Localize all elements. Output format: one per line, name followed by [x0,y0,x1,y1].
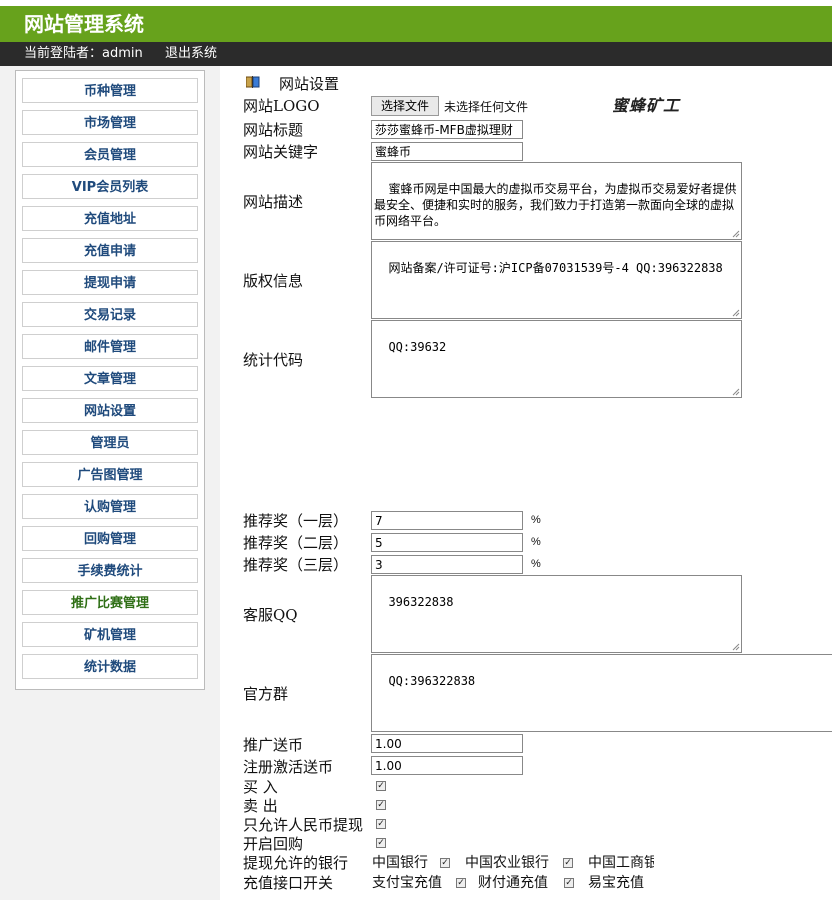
sidebar-item-subscription[interactable]: 认购管理 [22,494,198,519]
user-bar: 当前登陆者：admin 退出系统 [0,42,832,66]
choose-file-button[interactable]: 选择文件 [371,96,439,116]
stats-code-label: 统计代码 [243,351,304,369]
official-group-text: QQ:396322838 [388,674,476,688]
sidebar-item-buyback[interactable]: 回购管理 [22,526,198,551]
sell-checkbox[interactable]: ✓ [376,800,386,810]
description-textarea[interactable]: 蜜蜂币网是中国最大的虚拟币交易平台，为虚拟币交易爱好者提供最安全、便捷和实时的服… [371,162,742,240]
reward-level3-unit: % [531,558,541,570]
sidebar-item-promo-contest[interactable]: 推广比赛管理 [22,590,198,615]
sidebar-item-statistics[interactable]: 统计数据 [22,654,198,679]
reward-level3-input[interactable]: 3 [371,555,523,574]
file-status: 未选择任何文件 [444,100,529,114]
pay-option-yeepay: 易宝充值 [588,875,644,891]
sidebar-item-miners[interactable]: 矿机管理 [22,622,198,647]
logout-link[interactable]: 退出系统 [165,42,217,66]
bank-abc-checkbox[interactable]: ✓ [563,858,573,868]
title-label: 网站标题 [243,121,304,139]
sidebar-item-withdraw-requests[interactable]: 提现申请 [22,270,198,295]
buy-label: 买 入 [243,778,278,796]
sidebar-item-currency[interactable]: 币种管理 [22,78,198,103]
resize-grip-icon[interactable] [732,230,740,238]
buyback-checkbox[interactable]: ✓ [376,838,386,848]
sidebar-item-fees[interactable]: 手续费统计 [22,558,198,583]
register-coin-input[interactable]: 1.00 [371,756,523,775]
service-qq-text: 396322838 [388,595,454,609]
official-group-label: 官方群 [243,685,289,703]
stats-code-textarea[interactable]: QQ:39632 [371,320,742,398]
pay-option-alipay: 支付宝充值 [372,875,442,891]
sidebar-item-ads[interactable]: 广告图管理 [22,462,198,487]
rmb-only-label: 只允许人民币提现 [243,816,364,834]
copyright-textarea[interactable]: 网站备案/许可证号:沪ICP备07031539号-4 QQ:396322838 [371,241,742,319]
register-coin-label: 注册激活送币 [243,758,334,776]
recharge-switch-label: 充值接口开关 [243,874,334,892]
reward-level2-unit: % [531,536,541,548]
sidebar-item-deposit-address[interactable]: 充值地址 [22,206,198,231]
resize-grip-icon[interactable] [732,388,740,396]
resize-grip-icon[interactable] [732,309,740,317]
book-icon [246,76,260,88]
sidebar-item-vip[interactable]: VIP会员列表 [22,174,198,199]
pay-tenpay-checkbox[interactable]: ✓ [564,878,574,888]
pay-option-tenpay: 财付通充值 [478,875,548,891]
service-qq-textarea[interactable]: 396322838 [371,575,742,653]
logged-in-user: 当前登陆者：admin [24,46,143,61]
description-text: 蜜蜂币网是中国最大的虚拟币交易平台，为虚拟币交易爱好者提供最安全、便捷和实时的服… [374,182,737,228]
bank-option-abc: 中国农业银行 [465,855,549,871]
rmb-only-checkbox[interactable]: ✓ [376,819,386,829]
reward-level3-label: 推荐奖（三层） [243,556,349,574]
logo-label: 网站LOGO [243,97,320,115]
reward-level1-label: 推荐奖（一层） [243,512,349,530]
pay-alipay-checkbox[interactable]: ✓ [456,878,466,888]
bank-option-boc: 中国银行 [372,855,428,871]
buyback-label: 开启回购 [243,835,304,853]
sidebar-item-mail[interactable]: 邮件管理 [22,334,198,359]
sidebar-item-admins[interactable]: 管理员 [22,430,198,455]
keywords-label: 网站关键字 [243,143,319,161]
page-title: 网站设置 [279,75,340,93]
sidebar-item-articles[interactable]: 文章管理 [22,366,198,391]
copyright-text: 网站备案/许可证号:沪ICP备07031539号-4 QQ:396322838 [388,261,723,275]
stats-code-text: QQ:39632 [388,340,447,354]
bank-boc-checkbox[interactable]: ✓ [440,858,450,868]
reward-level1-input[interactable]: 7 [371,511,523,530]
app-header: 网站管理系统 [0,6,832,42]
promo-coin-label: 推广送币 [243,736,304,754]
reward-level2-input[interactable]: 5 [371,533,523,552]
title-input[interactable]: 莎莎蜜蜂币-MFB虚拟理财 [371,120,523,139]
app-title: 网站管理系统 [24,12,144,36]
sidebar-item-deposit-requests[interactable]: 充值申请 [22,238,198,263]
sidebar-item-trades[interactable]: 交易记录 [22,302,198,327]
sidebar-nav: 币种管理 市场管理 会员管理 VIP会员列表 充值地址 充值申请 提现申请 交易… [15,70,205,690]
service-qq-label: 客服QQ [243,606,298,624]
site-logo: 蜜蜂矿工 [612,96,681,115]
official-group-textarea[interactable]: QQ:396322838 [371,654,832,732]
buy-checkbox[interactable]: ✓ [376,781,386,791]
sidebar-item-market[interactable]: 市场管理 [22,110,198,135]
reward-level1-unit: % [531,514,541,526]
sidebar-item-site-settings[interactable]: 网站设置 [22,398,198,423]
keywords-input[interactable]: 蜜蜂币 [371,142,523,161]
resize-grip-icon[interactable] [732,643,740,651]
sidebar-item-members[interactable]: 会员管理 [22,142,198,167]
bank-option-icbc: 中国工商银行 [588,855,654,871]
reward-level2-label: 推荐奖（二层） [243,534,349,552]
promo-coin-input[interactable]: 1.00 [371,734,523,753]
banks-label: 提现允许的银行 [243,854,349,872]
description-label: 网站描述 [243,193,304,211]
sell-label: 卖 出 [243,797,278,815]
copyright-label: 版权信息 [243,272,304,290]
